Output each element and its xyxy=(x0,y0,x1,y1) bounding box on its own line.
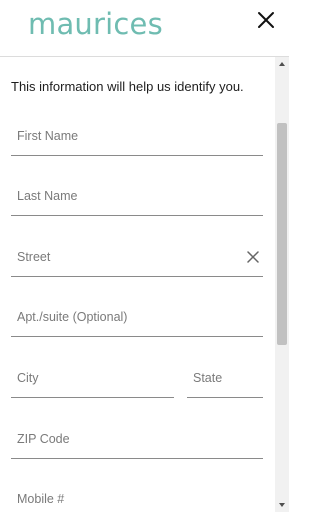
state-field[interactable]: State xyxy=(187,371,263,398)
close-button[interactable] xyxy=(254,8,278,32)
modal-header: ​ maurices xyxy=(0,0,289,57)
last-name-label: Last Name xyxy=(17,189,78,203)
form-content: This information will help us identify y… xyxy=(0,57,275,512)
street-label: Street xyxy=(17,250,51,264)
triangle-up-icon[interactable] xyxy=(275,57,289,71)
street-field[interactable]: Street xyxy=(11,250,263,277)
first-name-label: First Name xyxy=(17,129,79,143)
intro-text: This information will help us identify y… xyxy=(11,79,244,94)
zip-code-field[interactable]: ZIP Code xyxy=(11,432,263,459)
scrollbar-thumb[interactable] xyxy=(277,123,287,345)
zip-code-label: ZIP Code xyxy=(17,432,70,446)
mobile-label: Mobile # xyxy=(17,492,65,506)
triangle-down-icon[interactable] xyxy=(275,498,289,512)
city-field[interactable]: City xyxy=(11,371,174,398)
state-label: State xyxy=(193,371,223,385)
apt-suite-label: Apt./suite (Optional) xyxy=(17,310,128,324)
last-name-field[interactable]: Last Name xyxy=(11,189,263,216)
first-name-field[interactable]: First Name xyxy=(11,129,263,156)
scrollbar[interactable] xyxy=(275,57,289,512)
maurices-logo: maurices xyxy=(28,7,163,41)
city-label: City xyxy=(17,371,39,385)
background-logo-watermark: ​ xyxy=(207,6,213,23)
close-icon xyxy=(258,12,274,28)
apt-suite-field[interactable]: Apt./suite (Optional) xyxy=(11,310,263,337)
mobile-field[interactable]: Mobile # xyxy=(11,492,263,512)
clear-icon[interactable] xyxy=(246,250,260,264)
